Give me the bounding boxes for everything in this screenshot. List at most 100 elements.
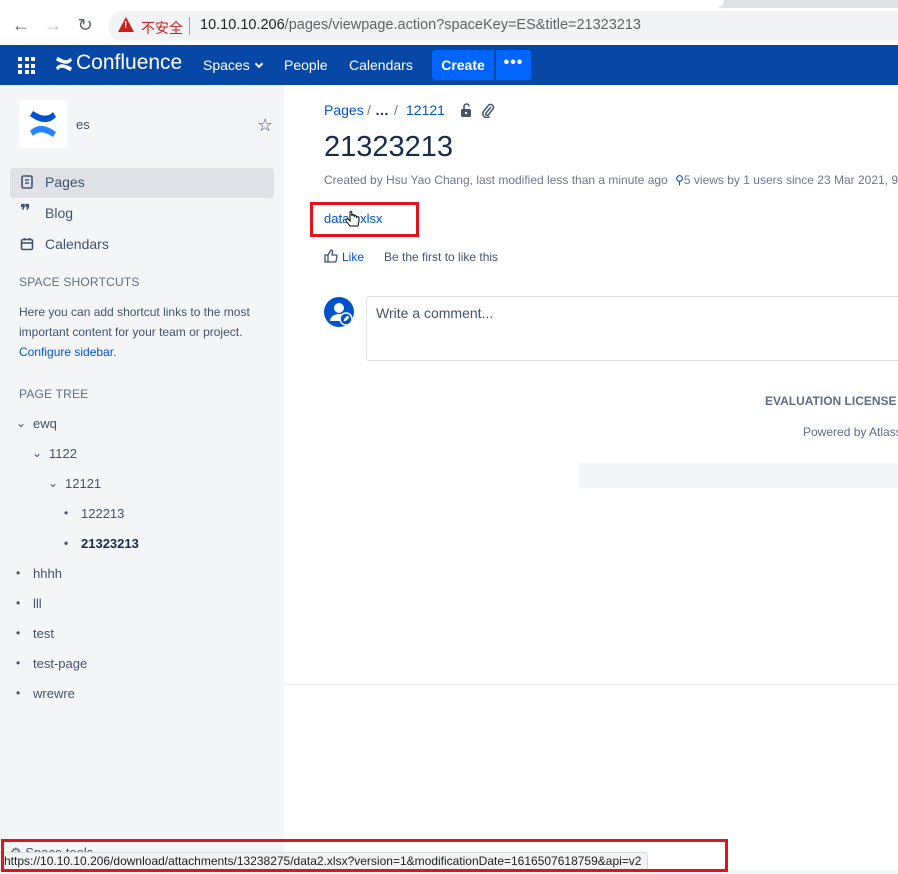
- tree-item-lll[interactable]: • lll: [16, 596, 42, 611]
- breadcrumb-pages[interactable]: Pages: [324, 102, 364, 118]
- tree-item-test-page[interactable]: • test-page: [16, 656, 88, 671]
- back-arrow-icon[interactable]: ←: [9, 13, 33, 37]
- app-header: Confluence Spaces People Calendars Creat…: [0, 45, 898, 85]
- bullet-icon: •: [16, 626, 21, 640]
- warning-icon: !: [118, 17, 134, 32]
- calendar-icon: [20, 237, 36, 253]
- quote-icon: ❞: [20, 201, 31, 221]
- sidebar-item-calendars[interactable]: Calendars: [10, 230, 274, 260]
- tree-item-12121[interactable]: ⌄ 12121: [48, 476, 102, 491]
- breadcrumb-separator: /: [367, 102, 371, 118]
- page-views[interactable]: 5 views by 1 users since 23 Mar 2021, 9:…: [684, 173, 898, 187]
- hand-cursor-icon: [345, 210, 360, 227]
- omnibox-separator: [189, 17, 190, 35]
- sidebar-item-blog[interactable]: ❞ Blog: [10, 199, 274, 229]
- create-button[interactable]: Create: [432, 50, 494, 80]
- configure-sidebar-suffix: .: [113, 345, 117, 359]
- user-avatar[interactable]: [324, 297, 354, 327]
- sidebar-item-label: Blog: [45, 205, 74, 221]
- tree-item-test[interactable]: • test: [16, 626, 54, 641]
- more-create-button[interactable]: •••: [496, 50, 531, 80]
- nav-spaces[interactable]: Spaces: [203, 57, 263, 73]
- browser-toolbar: ← → ↻ ! 不安全 10.10.10.206/pages/viewpage.…: [0, 0, 898, 45]
- chevron-down-icon: [254, 59, 263, 69]
- sidebar-item-label: Pages: [45, 174, 85, 190]
- page-title: 21323213: [324, 131, 454, 163]
- tree-item-label: wrewre: [33, 686, 75, 701]
- nav-spaces-label: Spaces: [203, 57, 250, 73]
- active-tab[interactable]: [0, 0, 724, 8]
- insecure-label[interactable]: 不安全: [141, 18, 183, 38]
- tree-item-21323213[interactable]: • 21323213: [64, 536, 139, 551]
- address-bar[interactable]: ! 不安全 10.10.10.206/pages/viewpage.action…: [108, 11, 898, 41]
- bullet-icon: •: [64, 506, 69, 520]
- like-label: Like: [342, 250, 365, 264]
- tree-item-label: hhhh: [33, 566, 62, 581]
- space-avatar[interactable]: [19, 100, 67, 148]
- highlight-box-statusbar: [1, 839, 728, 872]
- chevron-down-icon[interactable]: ⌄: [48, 476, 58, 490]
- forward-arrow-icon[interactable]: →: [41, 13, 65, 37]
- space-name[interactable]: es: [76, 117, 90, 132]
- sidebar-item-label: Calendars: [45, 236, 109, 252]
- tree-item-label: 122213: [81, 506, 125, 521]
- highlight-box-attachment: [310, 202, 419, 237]
- comment-input[interactable]: Write a comment...: [366, 296, 898, 361]
- tree-item-wrewre[interactable]: • wrewre: [16, 686, 75, 701]
- page-content: Pages / … / 12121 21323213 Created by Hs…: [284, 85, 898, 685]
- breadcrumb-ellipsis[interactable]: …: [375, 102, 389, 118]
- space-sidebar: es ☆ Pages ❞ Blog Calendars SPACE SHORTC…: [0, 85, 284, 874]
- tree-item-ewq[interactable]: ⌄ ewq: [16, 416, 57, 431]
- footer-bar: [579, 463, 898, 488]
- nav-people[interactable]: People: [284, 57, 328, 73]
- tree-item-1122[interactable]: ⌄ 1122: [32, 446, 77, 461]
- page-tree-heading: PAGE TREE: [19, 387, 89, 401]
- breadcrumb-separator: /: [394, 102, 398, 118]
- bullet-icon: •: [16, 686, 21, 700]
- powered-by-footer[interactable]: Powered by Atlass: [803, 425, 898, 439]
- page-metadata: Created by Hsu Yao Chang, last modified …: [324, 173, 898, 187]
- views-icon[interactable]: ⚲: [675, 173, 684, 187]
- tree-item-label: test-page: [33, 656, 88, 671]
- tree-item-hhhh[interactable]: • hhhh: [16, 566, 62, 581]
- tree-item-label: ewq: [33, 416, 57, 431]
- paperclip-icon[interactable]: [481, 103, 495, 118]
- tree-item-label: 12121: [65, 476, 102, 491]
- reload-icon[interactable]: ↻: [73, 13, 97, 37]
- confluence-logo-icon[interactable]: [55, 54, 73, 74]
- chevron-down-icon[interactable]: ⌄: [16, 416, 26, 430]
- comment-placeholder: Write a comment...: [376, 305, 494, 321]
- tree-item-label: lll: [33, 596, 42, 611]
- like-button[interactable]: Like: [324, 249, 364, 264]
- chevron-down-icon[interactable]: ⌄: [32, 446, 42, 460]
- app-switcher-icon[interactable]: [18, 57, 35, 74]
- unlock-icon[interactable]: [459, 103, 473, 118]
- url-text[interactable]: 10.10.10.206/pages/viewpage.action?space…: [200, 17, 641, 33]
- like-prompt: Be the first to like this: [384, 250, 499, 264]
- nav-calendars[interactable]: Calendars: [349, 57, 413, 73]
- license-notice: EVALUATION LICENSE A: [765, 394, 898, 408]
- confluence-space-icon: [30, 111, 56, 137]
- bullet-icon: •: [16, 596, 21, 610]
- url-host: 10.10.10.206: [200, 17, 285, 33]
- user-avatar-icon: [330, 303, 353, 326]
- space-shortcuts-heading: SPACE SHORTCUTS: [19, 275, 140, 289]
- shortcuts-description: Here you can add shortcut links to the m…: [19, 305, 250, 339]
- tree-item-122213[interactable]: • 122213: [64, 506, 125, 521]
- page-byline[interactable]: Created by Hsu Yao Chang, last modified …: [324, 173, 668, 187]
- shortcuts-help-text: Here you can add shortcut links to the m…: [19, 302, 269, 362]
- breadcrumb-parent[interactable]: 12121: [406, 102, 445, 118]
- tab-strip: [0, 0, 898, 8]
- pages-icon: [20, 175, 36, 191]
- configure-sidebar-link[interactable]: Configure sidebar: [19, 345, 113, 359]
- bullet-icon: •: [16, 656, 21, 670]
- thumbs-up-icon: [324, 249, 338, 263]
- bullet-icon: •: [64, 536, 69, 550]
- star-icon[interactable]: ☆: [257, 115, 273, 136]
- tree-item-label: 21323213: [81, 536, 139, 551]
- app-brand[interactable]: Confluence: [76, 51, 182, 75]
- sidebar-item-pages[interactable]: Pages: [10, 168, 274, 198]
- url-path: /pages/viewpage.action?spaceKey=ES&title…: [284, 17, 641, 33]
- bullet-icon: •: [16, 566, 21, 580]
- tree-item-label: test: [33, 626, 54, 641]
